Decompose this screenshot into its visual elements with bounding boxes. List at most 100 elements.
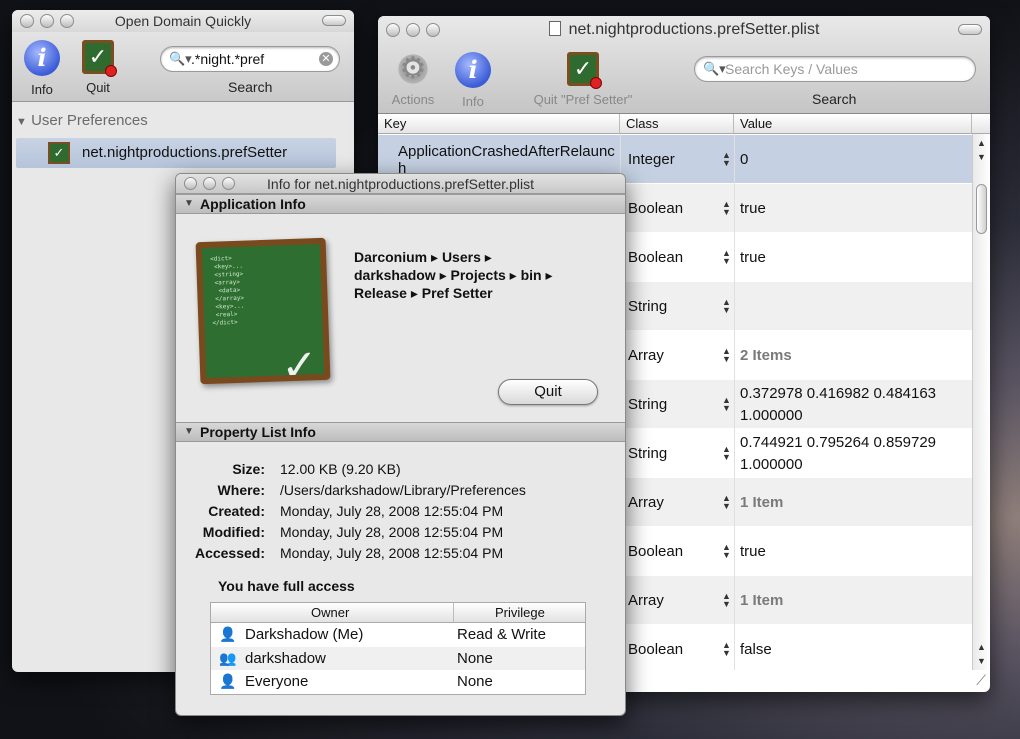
owner-column-header[interactable]: Owner [311, 603, 349, 623]
zoom-button[interactable] [222, 177, 235, 190]
property-list-info-section-header[interactable]: ▼ Property List Info [176, 422, 625, 442]
permission-privilege[interactable]: None [457, 670, 493, 694]
class-cell[interactable]: Boolean [628, 527, 732, 576]
class-stepper-icon[interactable]: ▲ ▼ [722, 592, 731, 609]
class-stepper-icon[interactable]: ▲ ▼ [722, 298, 731, 315]
permission-privilege[interactable]: None [457, 647, 493, 671]
search-icon: 🔍▾ [703, 61, 726, 76]
actions-toolbar-button[interactable]: ⚙ Actions [386, 52, 440, 107]
class-cell[interactable]: Boolean [628, 233, 732, 282]
info-toolbar-button[interactable]: i Info [452, 52, 494, 109]
class-stepper-icon[interactable]: ▲ ▼ [722, 249, 731, 266]
search-field[interactable]: 🔍▾ .*night.*pref ✕ [160, 46, 340, 72]
column-header-value[interactable]: Value [734, 114, 972, 134]
created-value: Monday, July 28, 2008 12:55:04 PM [280, 503, 504, 519]
class-stepper-icon[interactable]: ▲ ▼ [722, 641, 731, 658]
info-panel-window: Info for net.nightproductions.prefSetter… [175, 173, 626, 716]
class-cell[interactable]: Boolean [628, 184, 732, 233]
scroll-down-arrow-icon[interactable]: ▼ [977, 152, 986, 162]
info-toolbar-button[interactable]: i Info [22, 40, 62, 97]
class-stepper-icon[interactable]: ▲ ▼ [722, 494, 731, 511]
path-part[interactable]: Pref Setter [422, 285, 493, 301]
resize-grip-icon[interactable]: ⟋ [976, 672, 986, 689]
value-cell[interactable]: 0.744921 0.795264 0.859729 1.000000 [740, 429, 970, 478]
access-summary: You have full access [218, 578, 355, 594]
class-stepper-icon[interactable]: ▲ ▼ [722, 396, 731, 413]
disclosure-triangle-icon[interactable]: ▼ [184, 195, 194, 213]
path-part[interactable]: Release [354, 285, 407, 301]
sidebar-header-user-preferences[interactable]: ▼ User Preferences [16, 112, 148, 129]
value-cell[interactable]: 2 Items [740, 331, 970, 380]
value-cell[interactable]: false [740, 625, 970, 672]
column-header-key[interactable]: Key [378, 114, 620, 134]
quit-pref-setter-button[interactable]: ✓ Quit "Pref Setter" [520, 52, 646, 107]
path-part[interactable]: Projects [451, 267, 506, 283]
window-title: net.nightproductions.prefSetter.plist [568, 21, 820, 38]
class-stepper-icon[interactable]: ▲ ▼ [722, 151, 731, 168]
minimize-button[interactable] [406, 23, 420, 37]
class-stepper-icon[interactable]: ▲ ▼ [722, 347, 731, 364]
column-header-class[interactable]: Class [620, 114, 734, 134]
value-cell[interactable] [740, 282, 970, 331]
class-cell[interactable]: Array [628, 478, 732, 527]
minimize-button[interactable] [203, 177, 216, 190]
class-cell[interactable]: String [628, 429, 732, 478]
class-cell[interactable]: Array [628, 576, 732, 625]
everyone-icon: 👤 [219, 673, 237, 689]
class-cell[interactable]: String [628, 380, 732, 429]
checkmark-icon: ✓ [280, 340, 319, 385]
search-input[interactable]: Search Keys / Values [725, 57, 858, 81]
class-cell[interactable]: String [628, 282, 732, 331]
toolbar-toggle-button[interactable] [958, 24, 982, 35]
odq-titlebar: Open Domain Quickly [12, 10, 354, 32]
close-button[interactable] [386, 23, 400, 37]
modified-value: Monday, July 28, 2008 12:55:04 PM [280, 524, 504, 540]
class-stepper-icon[interactable]: ▲ ▼ [722, 200, 731, 217]
zoom-button[interactable] [60, 14, 74, 28]
path-part[interactable]: Users [442, 249, 481, 265]
application-info-section-header[interactable]: ▼ Application Info [176, 194, 625, 214]
scrollbar-thumb[interactable] [976, 184, 987, 234]
permission-row[interactable]: 👤 Darkshadow (Me) Read & Write [211, 623, 585, 647]
class-stepper-icon[interactable]: ▲ ▼ [722, 445, 731, 462]
close-button[interactable] [184, 177, 197, 190]
scroll-down-arrow-icon[interactable]: ▼ [977, 656, 986, 666]
value-cell[interactable]: true [740, 527, 970, 576]
quit-toolbar-button[interactable]: ✓ Quit [78, 40, 118, 95]
search-input[interactable]: .*night.*pref [191, 47, 264, 71]
permission-privilege[interactable]: Read & Write [457, 623, 546, 647]
scroll-up-arrow-icon[interactable]: ▲ [977, 138, 986, 148]
class-stepper-icon[interactable]: ▲ ▼ [722, 543, 731, 560]
toolbar-toggle-button[interactable] [322, 15, 346, 26]
clear-search-icon[interactable]: ✕ [319, 52, 333, 66]
vertical-scrollbar[interactable]: ▲ ▼ ▲ ▼ [972, 134, 990, 670]
disclosure-triangle-icon[interactable]: ▼ [184, 423, 194, 441]
close-button[interactable] [20, 14, 34, 28]
path-part[interactable]: Darconium [354, 249, 427, 265]
sidebar-item-label: net.nightproductions.prefSetter [82, 144, 288, 161]
pref-setter-chalkboard-icon: <dict> <key>... <string> <array> <data> … [195, 237, 331, 385]
value-cell[interactable]: 0.372978 0.416982 0.484163 1.000000 [740, 380, 970, 429]
search-field[interactable]: 🔍▾ Search Keys / Values [694, 56, 976, 82]
value-cell[interactable]: true [740, 184, 970, 233]
value-cell[interactable]: 1 Item [740, 576, 970, 625]
plist-document-icon [548, 21, 561, 36]
zoom-button[interactable] [426, 23, 440, 37]
quit-button[interactable]: Quit [498, 379, 598, 405]
path-part[interactable]: darkshadow [354, 267, 436, 283]
disclosure-triangle-icon[interactable]: ▼ [16, 116, 27, 128]
privilege-column-header[interactable]: Privilege [495, 603, 545, 623]
permission-row[interactable]: 👤 Everyone None [211, 670, 585, 694]
scroll-up-arrow-icon[interactable]: ▲ [977, 642, 986, 652]
value-cell[interactable]: true [740, 233, 970, 282]
class-cell[interactable]: Boolean [628, 625, 732, 672]
class-cell[interactable]: Array [628, 331, 732, 380]
minimize-button[interactable] [40, 14, 54, 28]
plist-toolbar: net.nightproductions.prefSetter.plist ⚙ … [378, 16, 990, 114]
sidebar-item-prefsetter[interactable]: ✓ net.nightproductions.prefSetter [16, 138, 336, 168]
permission-row[interactable]: 👥 darkshadow None [211, 646, 585, 671]
class-cell[interactable]: Integer [628, 135, 732, 184]
value-cell[interactable]: 1 Item [740, 478, 970, 527]
path-part[interactable]: bin [521, 267, 542, 283]
value-cell[interactable]: 0 [740, 135, 970, 184]
